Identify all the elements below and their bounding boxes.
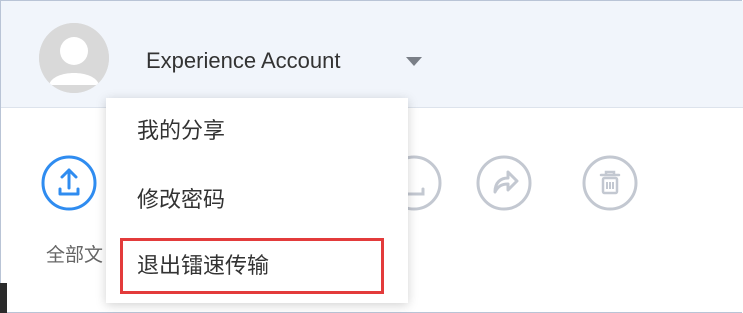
- account-name[interactable]: Experience Account: [146, 48, 340, 74]
- menu-item-label: 修改密码: [137, 187, 226, 212]
- user-avatar-icon[interactable]: [39, 23, 109, 93]
- share-button[interactable]: [475, 154, 533, 212]
- window-edge: [0, 283, 7, 313]
- menu-item-change-password[interactable]: 修改密码: [106, 177, 408, 223]
- delete-button[interactable]: [581, 154, 639, 212]
- all-files-label[interactable]: 全部文: [46, 240, 103, 267]
- menu-item-my-shares[interactable]: 我的分享: [106, 108, 408, 154]
- upload-button[interactable]: [40, 154, 98, 212]
- menu-item-label: 退出镭速传输: [137, 253, 270, 278]
- header-bar: Experience Account: [1, 1, 743, 108]
- upload-icon: [41, 155, 97, 211]
- account-dropdown-menu: 我的分享 修改密码 退出镭速传输: [106, 98, 408, 303]
- menu-item-logout[interactable]: 退出镭速传输: [120, 238, 384, 294]
- menu-item-label: 我的分享: [137, 118, 226, 143]
- caret-down-icon[interactable]: [406, 57, 422, 66]
- avatar-silhouette: [39, 23, 109, 93]
- trash-icon: [582, 155, 638, 211]
- share-icon: [476, 155, 532, 211]
